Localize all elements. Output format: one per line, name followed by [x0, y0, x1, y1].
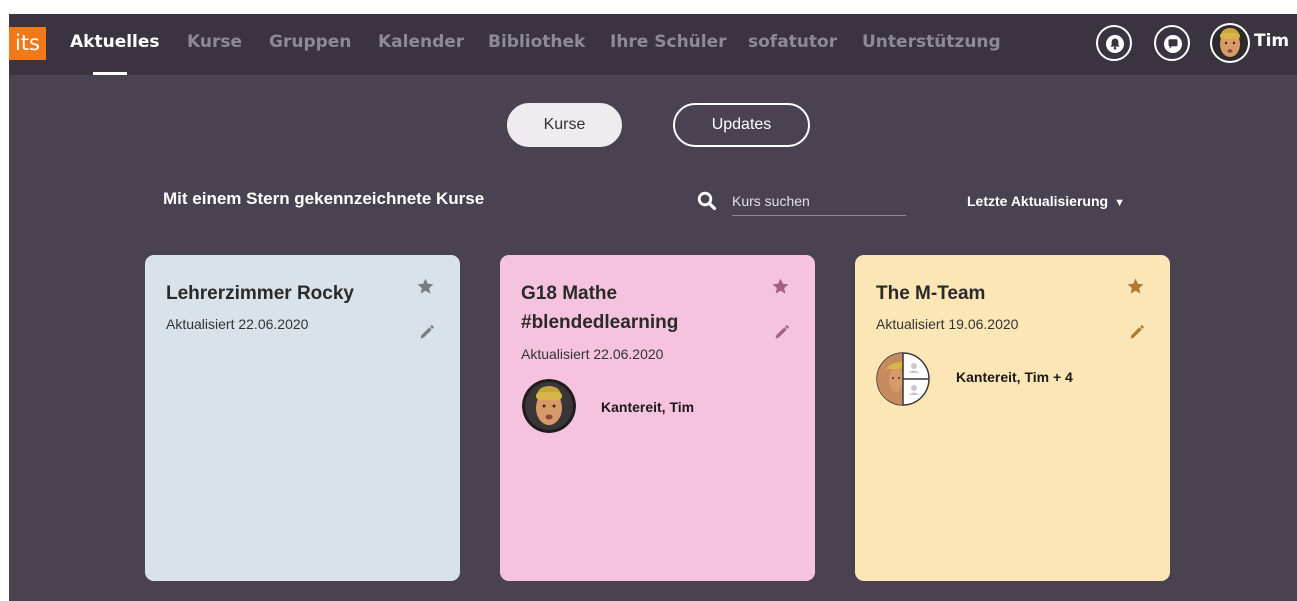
- top-navbar: its Aktuelles Kurse Gruppen Kalender Bib…: [9, 14, 1297, 75]
- nav-item-aktuelles[interactable]: Aktuelles: [70, 32, 160, 52]
- pencil-icon[interactable]: [773, 324, 790, 341]
- user-photo: [1212, 25, 1248, 61]
- nav-item-kurse[interactable]: Kurse: [187, 32, 242, 52]
- card-updated-date: Aktualisiert 22.06.2020: [521, 346, 664, 362]
- sort-dropdown[interactable]: Letzte Aktualisierung ▼: [967, 193, 1125, 209]
- nav-item-unterstuetzung[interactable]: Unterstützung: [862, 32, 1001, 52]
- pencil-icon[interactable]: [1128, 324, 1145, 341]
- member-avatar: [522, 379, 576, 433]
- card-title: The M-Team: [876, 283, 986, 304]
- nav-item-gruppen[interactable]: Gruppen: [269, 32, 351, 52]
- member-name: Kantereit, Tim: [601, 399, 695, 415]
- star-icon[interactable]: [416, 277, 435, 296]
- active-nav-underline: [93, 72, 127, 75]
- pencil-icon[interactable]: [418, 324, 435, 341]
- notifications-button[interactable]: [1096, 25, 1132, 61]
- card-updated-date: Aktualisiert 19.06.2020: [876, 316, 1019, 332]
- course-card-lehrerzimmer-rocky[interactable]: Lehrerzimmer Rocky Aktualisiert 22.06.20…: [145, 255, 460, 581]
- nav-item-sofatutor[interactable]: sofatutor: [748, 32, 837, 52]
- card-title: Lehrerzimmer Rocky: [166, 283, 354, 304]
- star-icon[interactable]: [1126, 277, 1145, 296]
- section-title: Mit einem Stern gekennzeichnete Kurse: [163, 189, 485, 208]
- toggle-kurse[interactable]: Kurse: [507, 103, 622, 147]
- card-updated-date: Aktualisiert 22.06.2020: [166, 316, 309, 332]
- group-avatar: [876, 352, 930, 406]
- nav-item-bibliothek[interactable]: Bibliothek: [488, 32, 585, 52]
- chat-bubble-icon: [1164, 35, 1182, 53]
- toggle-updates[interactable]: Updates: [673, 103, 810, 147]
- bell-icon: [1106, 35, 1124, 53]
- card-title: G18 Mathe #blendedlearning: [521, 283, 679, 333]
- caret-down-icon: ▼: [1114, 197, 1125, 209]
- app-frame: its Aktuelles Kurse Gruppen Kalender Bib…: [9, 14, 1297, 601]
- star-icon[interactable]: [771, 277, 790, 296]
- nav-item-kalender[interactable]: Kalender: [378, 32, 464, 52]
- course-card-the-m-team[interactable]: The M-Team Aktualisiert 19.06.2020 Kante…: [855, 255, 1170, 581]
- user-name[interactable]: Tim: [1254, 31, 1289, 51]
- messages-button[interactable]: [1154, 25, 1190, 61]
- nav-item-ihre-schueler[interactable]: Ihre Schüler: [610, 32, 727, 52]
- sort-label: Letzte Aktualisierung: [967, 193, 1109, 209]
- search-icon[interactable]: [697, 191, 717, 216]
- user-avatar[interactable]: [1210, 23, 1250, 63]
- course-card-g18-mathe[interactable]: G18 Mathe #blendedlearning Aktualisiert …: [500, 255, 815, 581]
- member-names: Kantereit, Tim + 4: [956, 369, 1073, 385]
- course-search-input[interactable]: [732, 187, 906, 216]
- its-logo[interactable]: its: [9, 27, 46, 60]
